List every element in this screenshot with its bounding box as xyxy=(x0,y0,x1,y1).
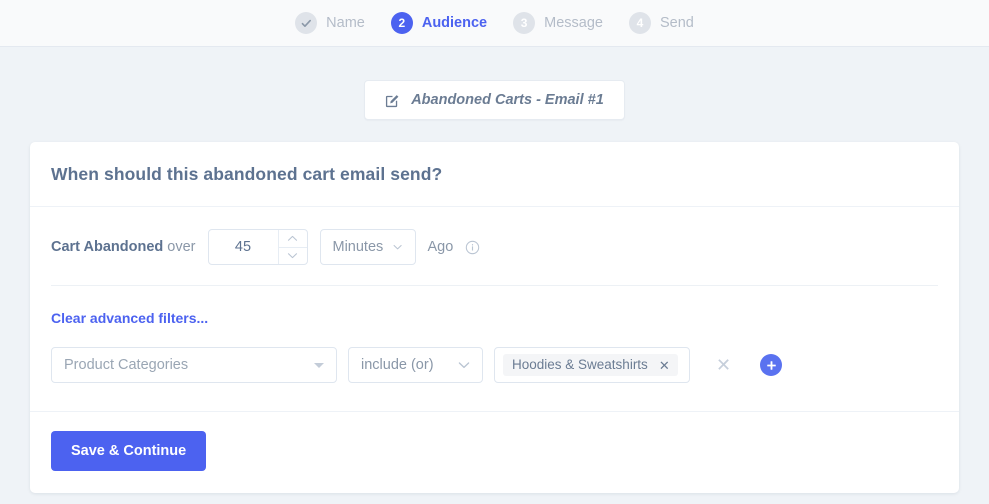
chevron-up-icon xyxy=(287,235,298,241)
delay-amount-stepper[interactable] xyxy=(207,229,308,265)
chevron-down-icon xyxy=(393,244,402,250)
step-1-label: Name xyxy=(326,15,365,31)
campaign-title-text: Abandoned Carts - Email #1 xyxy=(411,92,604,108)
card-footer: Save & Continue xyxy=(30,411,959,493)
wizard-step-send[interactable]: 4 Send xyxy=(628,12,694,34)
campaign-title-pill[interactable]: Abandoned Carts - Email #1 xyxy=(364,80,625,120)
filter-operator-select[interactable]: include (or) xyxy=(348,347,483,383)
wizard-stepper: Name 2 Audience 3 Message 4 Send xyxy=(0,0,989,47)
card-header: When should this abandoned cart email se… xyxy=(30,142,959,207)
delay-amount-input[interactable] xyxy=(208,230,278,264)
delay-amount-spinner[interactable] xyxy=(277,230,307,265)
add-filter-row-button[interactable] xyxy=(760,354,783,376)
info-circle-icon[interactable] xyxy=(465,240,480,255)
clear-advanced-filters-link[interactable]: Clear advanced filters... xyxy=(51,310,208,326)
chevron-down-icon xyxy=(287,253,298,259)
step-3-bubble: 3 xyxy=(513,12,536,34)
filter-field-value: Product Categories xyxy=(64,357,189,373)
chevron-down-icon xyxy=(458,362,470,369)
stepper-down-button[interactable] xyxy=(279,248,307,265)
settings-card: When should this abandoned cart email se… xyxy=(30,142,959,493)
advanced-filters-section: Clear advanced filters... Product Catego… xyxy=(51,286,938,383)
step-1-bubble xyxy=(295,12,318,34)
wizard-step-audience[interactable]: 2 Audience xyxy=(390,12,488,34)
chip-remove-icon[interactable]: ✕ xyxy=(659,359,670,372)
filter-operator-value: include (or) xyxy=(361,357,434,373)
filter-row: Product Categories include (or) Hoodies … xyxy=(51,347,938,383)
filter-value-chip[interactable]: Hoodies & Sweatshirts ✕ xyxy=(503,354,678,376)
step-2-bubble: 2 xyxy=(390,12,413,34)
filter-field-select[interactable]: Product Categories xyxy=(51,347,337,383)
wizard-step-message[interactable]: 3 Message xyxy=(513,12,603,34)
timing-label: Cart Abandoned over xyxy=(51,239,196,255)
delay-unit-value: Minutes xyxy=(332,239,384,255)
filter-values-multiselect[interactable]: Hoodies & Sweatshirts ✕ xyxy=(494,347,690,383)
step-3-label: Message xyxy=(544,15,603,31)
caret-down-icon xyxy=(314,362,324,368)
timing-label-strong: Cart Abandoned xyxy=(51,239,164,255)
timing-label-rest: over xyxy=(167,239,196,255)
card-body: Cart Abandoned over 45 Minutes Ago Clear… xyxy=(30,207,959,383)
delay-unit-select[interactable]: Minutes xyxy=(319,229,416,265)
filter-value-chip-label: Hoodies & Sweatshirts xyxy=(512,357,648,373)
save-and-continue-button[interactable]: Save & Continue xyxy=(51,431,207,471)
wizard-step-name[interactable]: Name xyxy=(295,12,365,34)
remove-filter-row-button[interactable]: ✕ xyxy=(712,356,735,374)
page-title: When should this abandoned cart email se… xyxy=(51,164,443,184)
step-2-label: Audience xyxy=(421,15,488,31)
step-4-bubble: 4 xyxy=(628,12,651,34)
stepper-up-button[interactable] xyxy=(278,230,307,248)
step-4-label: Send xyxy=(659,15,694,31)
timing-row: Cart Abandoned over 45 Minutes Ago xyxy=(51,229,938,285)
campaign-title-area: Abandoned Carts - Email #1 xyxy=(0,80,989,120)
plus-icon xyxy=(766,360,776,370)
timing-suffix: Ago xyxy=(427,239,454,255)
pencil-square-icon xyxy=(386,94,399,107)
